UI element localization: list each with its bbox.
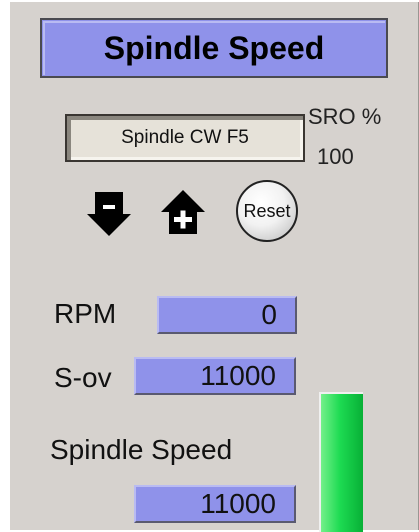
spindle-panel: Spindle Speed Spindle CW F5 SRO % 100 Re… [8, 0, 419, 532]
spindle-speed-value: 11000 [134, 485, 296, 523]
panel-title-text: Spindle Speed [103, 29, 325, 66]
sro-value: 100 [317, 144, 354, 169]
rpm-label: RPM [54, 298, 117, 329]
up-arrow-plus-icon[interactable] [159, 188, 207, 236]
spindle-override-label: S-ov [54, 362, 112, 393]
spindle-speed-bar-fill [321, 394, 363, 532]
down-arrow-icon[interactable] [85, 190, 133, 238]
reset-button[interactable]: Reset [236, 180, 298, 242]
reset-button-label: Reset [243, 200, 291, 221]
panel-title: Spindle Speed [40, 18, 388, 78]
spindle-speed-bar [319, 392, 363, 532]
sro-label: SRO % [308, 104, 382, 129]
spindle-cw-button[interactable]: Spindle CW F5 [65, 114, 305, 162]
spindle-speed-label: Spindle Speed [50, 434, 233, 465]
rpm-value: 0 [157, 296, 297, 334]
spindle-override-value: 11000 [134, 357, 296, 395]
